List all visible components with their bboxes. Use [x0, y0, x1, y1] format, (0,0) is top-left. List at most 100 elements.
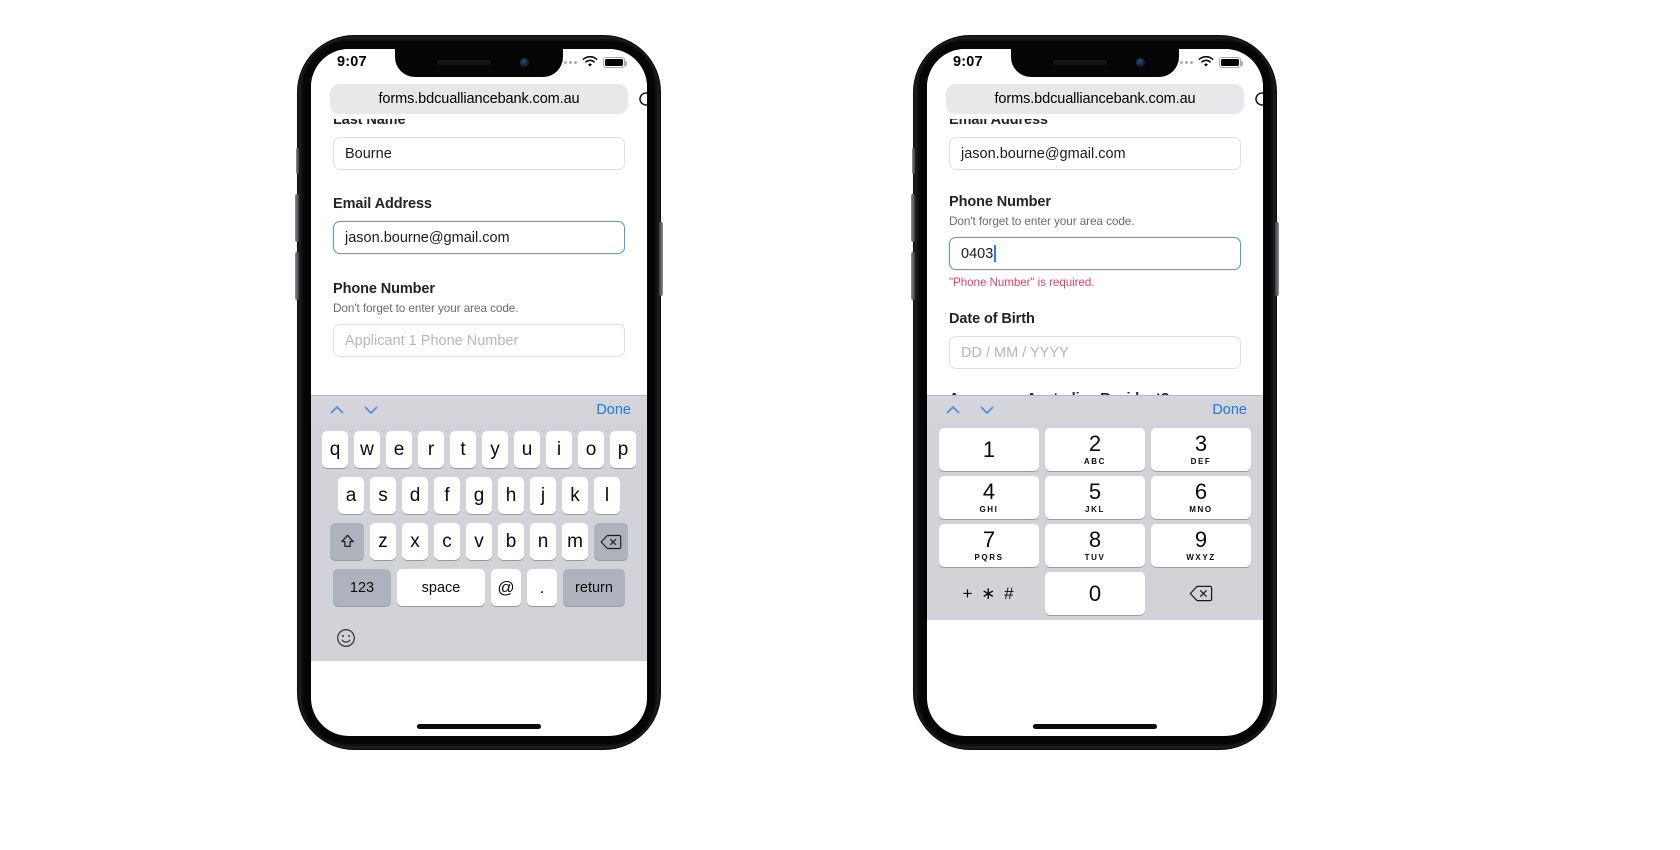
url-pill[interactable]: forms.bdcualliancebank.com.au — [946, 84, 1263, 114]
volume-up-button[interactable] — [295, 194, 299, 242]
key-b[interactable]: b — [498, 523, 524, 560]
phone-number-label: Phone Number — [949, 194, 1051, 210]
browser-url-bar-left[interactable]: forms.bdcualliancebank.com.au — [311, 79, 647, 119]
numbers-key[interactable]: 123 — [333, 569, 391, 606]
numpad-key-1[interactable]: 1 — [939, 428, 1039, 471]
numpad-key-8[interactable]: 8 TUV — [1045, 524, 1145, 567]
key-d[interactable]: d — [402, 477, 428, 514]
key-y[interactable]: y — [482, 431, 508, 468]
numpad-digit: 9 — [1194, 527, 1208, 552]
numpad-digit: 3 — [1194, 431, 1208, 456]
status-indicators — [559, 56, 627, 68]
reload-icon[interactable] — [1253, 90, 1263, 108]
shift-key-icon[interactable] — [330, 523, 364, 560]
numpad-letters: DEF — [1190, 457, 1212, 466]
phone-bezel: 9:07 — [919, 41, 1271, 744]
power-button[interactable] — [659, 222, 663, 296]
screenshot-canvas: 9:07 forms.bdcualliancebank.com.au Last … — [0, 0, 1680, 850]
key-g[interactable]: g — [466, 477, 492, 514]
key-p[interactable]: p — [610, 431, 636, 468]
key-t[interactable]: t — [450, 431, 476, 468]
key-h[interactable]: h — [498, 477, 524, 514]
last-name-input[interactable]: Bourne — [333, 137, 625, 170]
backspace-key-icon[interactable] — [594, 523, 628, 560]
reload-icon[interactable] — [637, 90, 647, 108]
key-u[interactable]: u — [514, 431, 540, 468]
key-a[interactable]: a — [338, 477, 364, 514]
numpad-key-0[interactable]: 0 — [1045, 572, 1145, 615]
key-l[interactable]: l — [594, 477, 620, 514]
phone-number-input[interactable]: 0403 — [949, 237, 1241, 270]
browser-url-bar-right[interactable]: forms.bdcualliancebank.com.au — [927, 79, 1263, 119]
key-e[interactable]: e — [386, 431, 412, 468]
form-content-left: Last Name Bourne Email Address jason.bou… — [311, 119, 647, 395]
key-z[interactable]: z — [370, 523, 396, 560]
key-i[interactable]: i — [546, 431, 572, 468]
home-indicator[interactable] — [417, 724, 541, 729]
last-name-label: Last Name — [333, 119, 406, 128]
key-m[interactable]: m — [562, 523, 588, 560]
numpad-letters: GHI — [979, 505, 999, 514]
url-text: forms.bdcualliancebank.com.au — [994, 91, 1196, 107]
silent-switch[interactable] — [912, 148, 915, 174]
numpad-key-4[interactable]: 4 GHI — [939, 476, 1039, 519]
phone-bezel: 9:07 — [303, 41, 655, 744]
numpad-key-2[interactable]: 2 ABC — [1045, 428, 1145, 471]
key-o[interactable]: o — [578, 431, 604, 468]
numpad-key-5[interactable]: 5 JKL — [1045, 476, 1145, 519]
status-time: 9:07 — [953, 54, 983, 70]
volume-down-button[interactable] — [295, 252, 299, 300]
silent-switch[interactable] — [296, 148, 299, 174]
numpad-key-3[interactable]: 3 DEF — [1151, 428, 1251, 471]
keyboard-bottom-row — [314, 615, 644, 661]
email-input[interactable]: jason.bourne@gmail.com — [949, 137, 1241, 170]
chevron-up-icon[interactable] — [943, 400, 963, 420]
date-of-birth-input[interactable]: DD / MM / YYYY — [949, 336, 1241, 369]
phone-number-input[interactable]: Applicant 1 Phone Number — [333, 324, 625, 357]
chevron-down-icon[interactable] — [977, 400, 997, 420]
key-x[interactable]: x — [402, 523, 428, 560]
volume-up-button[interactable] — [911, 194, 915, 242]
key-k[interactable]: k — [562, 477, 588, 514]
volume-down-button[interactable] — [911, 252, 915, 300]
wifi-icon — [1198, 56, 1214, 68]
backspace-key-icon[interactable] — [1151, 572, 1251, 615]
at-key[interactable]: @ — [491, 569, 521, 606]
key-s[interactable]: s — [370, 477, 396, 514]
home-indicator[interactable] — [1033, 724, 1157, 729]
numpad-key-9[interactable]: 9 WXYZ — [1151, 524, 1251, 567]
key-j[interactable]: j — [530, 477, 556, 514]
keyboard-row-4: 123 space @ . return — [314, 569, 644, 606]
emoji-key-icon[interactable] — [336, 628, 356, 648]
keyboard-row-1: q w e r t y u i o p — [314, 431, 644, 468]
status-indicators — [1175, 56, 1243, 68]
numpad-symbols-key[interactable]: + ∗ # — [939, 572, 1039, 615]
power-button[interactable] — [1275, 222, 1279, 296]
field-last-name-label-clipped: Last Name — [333, 119, 625, 128]
phone-screen-left: 9:07 forms.bdcualliancebank.com.au Last … — [311, 49, 647, 736]
space-key[interactable]: space — [397, 569, 485, 606]
numpad-key-6[interactable]: 6 MNO — [1151, 476, 1251, 519]
chevron-down-icon[interactable] — [361, 400, 381, 420]
keyboard-done-button[interactable]: Done — [596, 402, 631, 418]
key-n[interactable]: n — [530, 523, 556, 560]
return-key[interactable]: return — [563, 569, 625, 606]
numpad-row-2: 4 GHI 5 JKL 6 MNO — [929, 476, 1261, 524]
notch — [1011, 49, 1179, 77]
url-pill[interactable]: forms.bdcualliancebank.com.au — [330, 84, 647, 114]
key-v[interactable]: v — [466, 523, 492, 560]
numpad-key-7[interactable]: 7 PQRS — [939, 524, 1039, 567]
phone-right: 9:07 forms.bdcualliancebank.com.au Email… — [911, 36, 1279, 749]
key-q[interactable]: q — [322, 431, 348, 468]
keyboard-accessory-bar-left: Done — [311, 395, 647, 424]
key-c[interactable]: c — [434, 523, 460, 560]
period-key[interactable]: . — [527, 569, 557, 606]
email-input[interactable]: jason.bourne@gmail.com — [333, 221, 625, 254]
key-f[interactable]: f — [434, 477, 460, 514]
chevron-up-icon[interactable] — [327, 400, 347, 420]
key-r[interactable]: r — [418, 431, 444, 468]
key-w[interactable]: w — [354, 431, 380, 468]
numpad-letters: WXYZ — [1186, 553, 1216, 562]
numpad-digit: 4 — [982, 479, 996, 504]
keyboard-done-button[interactable]: Done — [1212, 402, 1247, 418]
